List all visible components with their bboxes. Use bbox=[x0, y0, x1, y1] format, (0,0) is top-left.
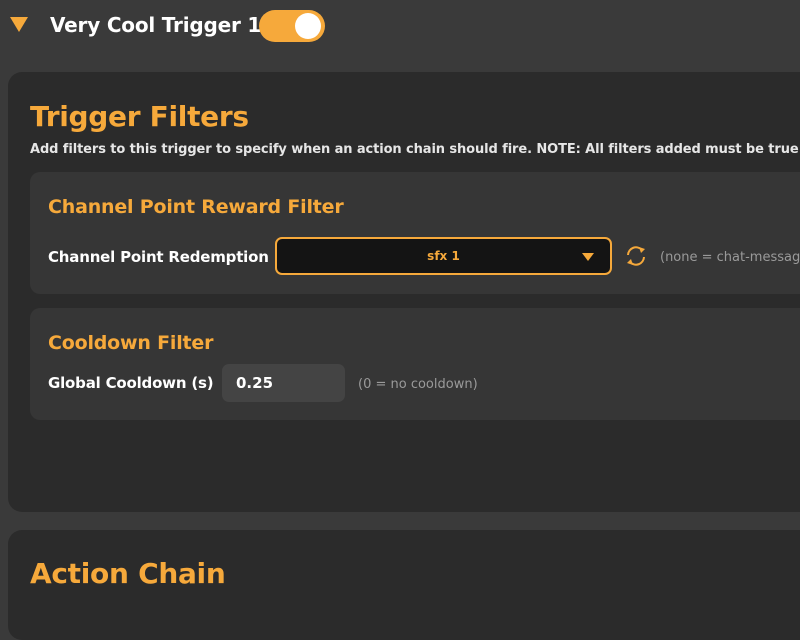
channel-point-redemption-select[interactable]: sfx 1 bbox=[275, 237, 612, 275]
selected-redemption: sfx 1 bbox=[427, 249, 460, 263]
channel-point-redemption-label: Channel Point Redemption bbox=[48, 248, 269, 266]
cooldown-filter-card: Cooldown Filter Global Cooldown (s) (0 =… bbox=[30, 308, 800, 420]
refresh-icon[interactable] bbox=[624, 244, 648, 268]
channel-point-reward-filter-card: Channel Point Reward Filter Channel Poin… bbox=[30, 172, 800, 294]
collapse-triangle-icon[interactable] bbox=[10, 17, 28, 32]
chevron-down-icon bbox=[582, 253, 594, 261]
global-cooldown-label: Global Cooldown (s) bbox=[48, 374, 214, 392]
cooldown-filter-title: Cooldown Filter bbox=[48, 332, 214, 354]
trigger-header: Very Cool Trigger 1 bbox=[0, 0, 800, 52]
action-chain-title: Action Chain bbox=[30, 557, 226, 590]
trigger-filters-title: Trigger Filters bbox=[30, 100, 249, 133]
toggle-knob bbox=[295, 13, 321, 39]
global-cooldown-input[interactable] bbox=[222, 364, 345, 402]
trigger-enabled-toggle[interactable] bbox=[259, 10, 325, 42]
channel-point-reward-filter-title: Channel Point Reward Filter bbox=[48, 196, 344, 218]
trigger-filters-description: Add filters to this trigger to specify w… bbox=[30, 142, 800, 157]
action-chain-panel: Action Chain bbox=[8, 530, 800, 640]
redemption-hint: (none = chat-message bbox=[660, 250, 800, 265]
trigger-filters-panel: Trigger Filters Add filters to this trig… bbox=[8, 72, 800, 512]
trigger-name: Very Cool Trigger 1 bbox=[50, 13, 262, 37]
cooldown-hint: (0 = no cooldown) bbox=[358, 377, 478, 392]
